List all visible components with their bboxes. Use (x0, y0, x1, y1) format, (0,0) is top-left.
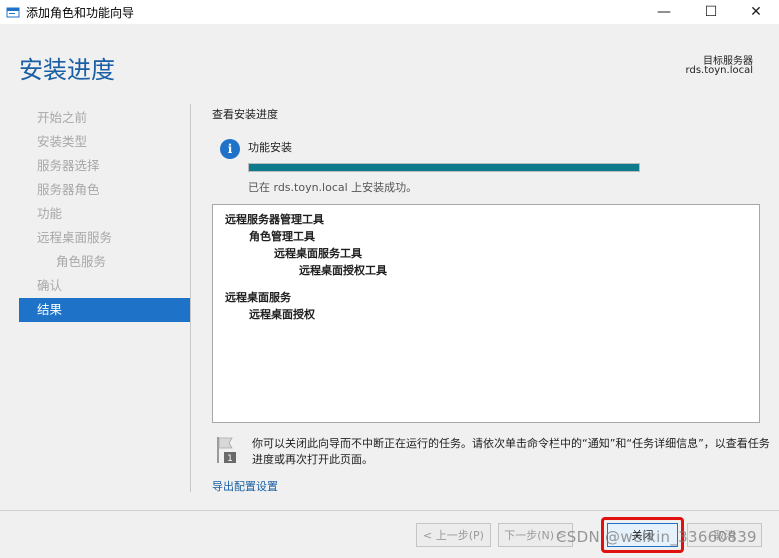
section-label: 查看安装进度 (212, 108, 278, 121)
notification-hint: 你可以关闭此向导而不中断正在运行的任务。请依次单击命令栏中的“通知”和“任务详细… (252, 437, 770, 466)
window-title: 添加角色和功能向导 (26, 6, 135, 20)
nav-item-server-roles: 服务器角色 (37, 182, 100, 197)
results-list[interactable]: 远程服务器管理工具 角色管理工具 远程桌面服务工具 远程桌面授权工具 远程桌面服… (212, 204, 760, 423)
result-item: 角色管理工具 (249, 230, 315, 243)
result-item: 远程服务器管理工具 (225, 213, 324, 226)
maximize-icon: ☐ (704, 4, 718, 20)
install-status-text: 已在 rds.toyn.local 上安装成功。 (248, 181, 418, 194)
progress-fill (249, 164, 639, 171)
nav-item-features: 功能 (37, 206, 63, 221)
maximize-button[interactable]: ☐ (688, 0, 734, 24)
nav-item-server-selection: 服务器选择 (37, 158, 100, 173)
close-window-button[interactable]: ✕ (733, 0, 779, 24)
wizard-header: 安装进度 目标服务器 rds.toyn.local (0, 24, 779, 96)
result-item: 远程桌面服务工具 (274, 247, 362, 260)
result-item: 远程桌面授权 (249, 308, 315, 321)
nav-item-role-services: 角色服务 (56, 254, 107, 269)
flag-badge-number: 1 (227, 454, 233, 464)
minimize-icon: — (657, 4, 671, 20)
nav-divider (190, 104, 191, 492)
wizard-footer: < 上一步(P) 下一步(N) > 关闭 取消 CSDN @weixin_336… (0, 511, 779, 558)
nav-item-rds: 远程桌面服务 (37, 230, 113, 245)
wizard-nav: 开始之前 安装类型 服务器选择 服务器角色 功能 远程桌面服务 角色服务 确认 … (0, 100, 192, 495)
nav-item-installation-type: 安装类型 (37, 134, 88, 149)
title-bar: 添加角色和功能向导 — ☐ ✕ (0, 0, 779, 24)
nav-item-before-you-begin: 开始之前 (37, 110, 88, 125)
nav-item-results[interactable]: 结果 (19, 298, 190, 322)
main-content: 查看安装进度 i 功能安装 已在 rds.toyn.local 上安装成功。 远… (212, 100, 770, 500)
minimize-button[interactable]: — (641, 0, 687, 24)
feature-install-label: 功能安装 (248, 141, 292, 154)
info-icon: i (220, 139, 240, 159)
page-title: 安装进度 (19, 56, 115, 84)
csdn-watermark: CSDN @weixin_33660839 (556, 528, 757, 546)
previous-button[interactable]: < 上一步(P) (416, 523, 491, 547)
close-icon: ✕ (750, 4, 762, 20)
target-server-value: rds.toyn.local (685, 65, 753, 76)
nav-item-confirmation: 确认 (37, 278, 63, 293)
export-config-link[interactable]: 导出配置设置 (212, 478, 278, 494)
server-manager-icon (6, 7, 20, 18)
result-item: 远程桌面服务 (225, 291, 291, 304)
result-item: 远程桌面授权工具 (299, 264, 387, 277)
install-progress-bar (248, 163, 640, 172)
flag-icon: 1 (217, 437, 236, 464)
